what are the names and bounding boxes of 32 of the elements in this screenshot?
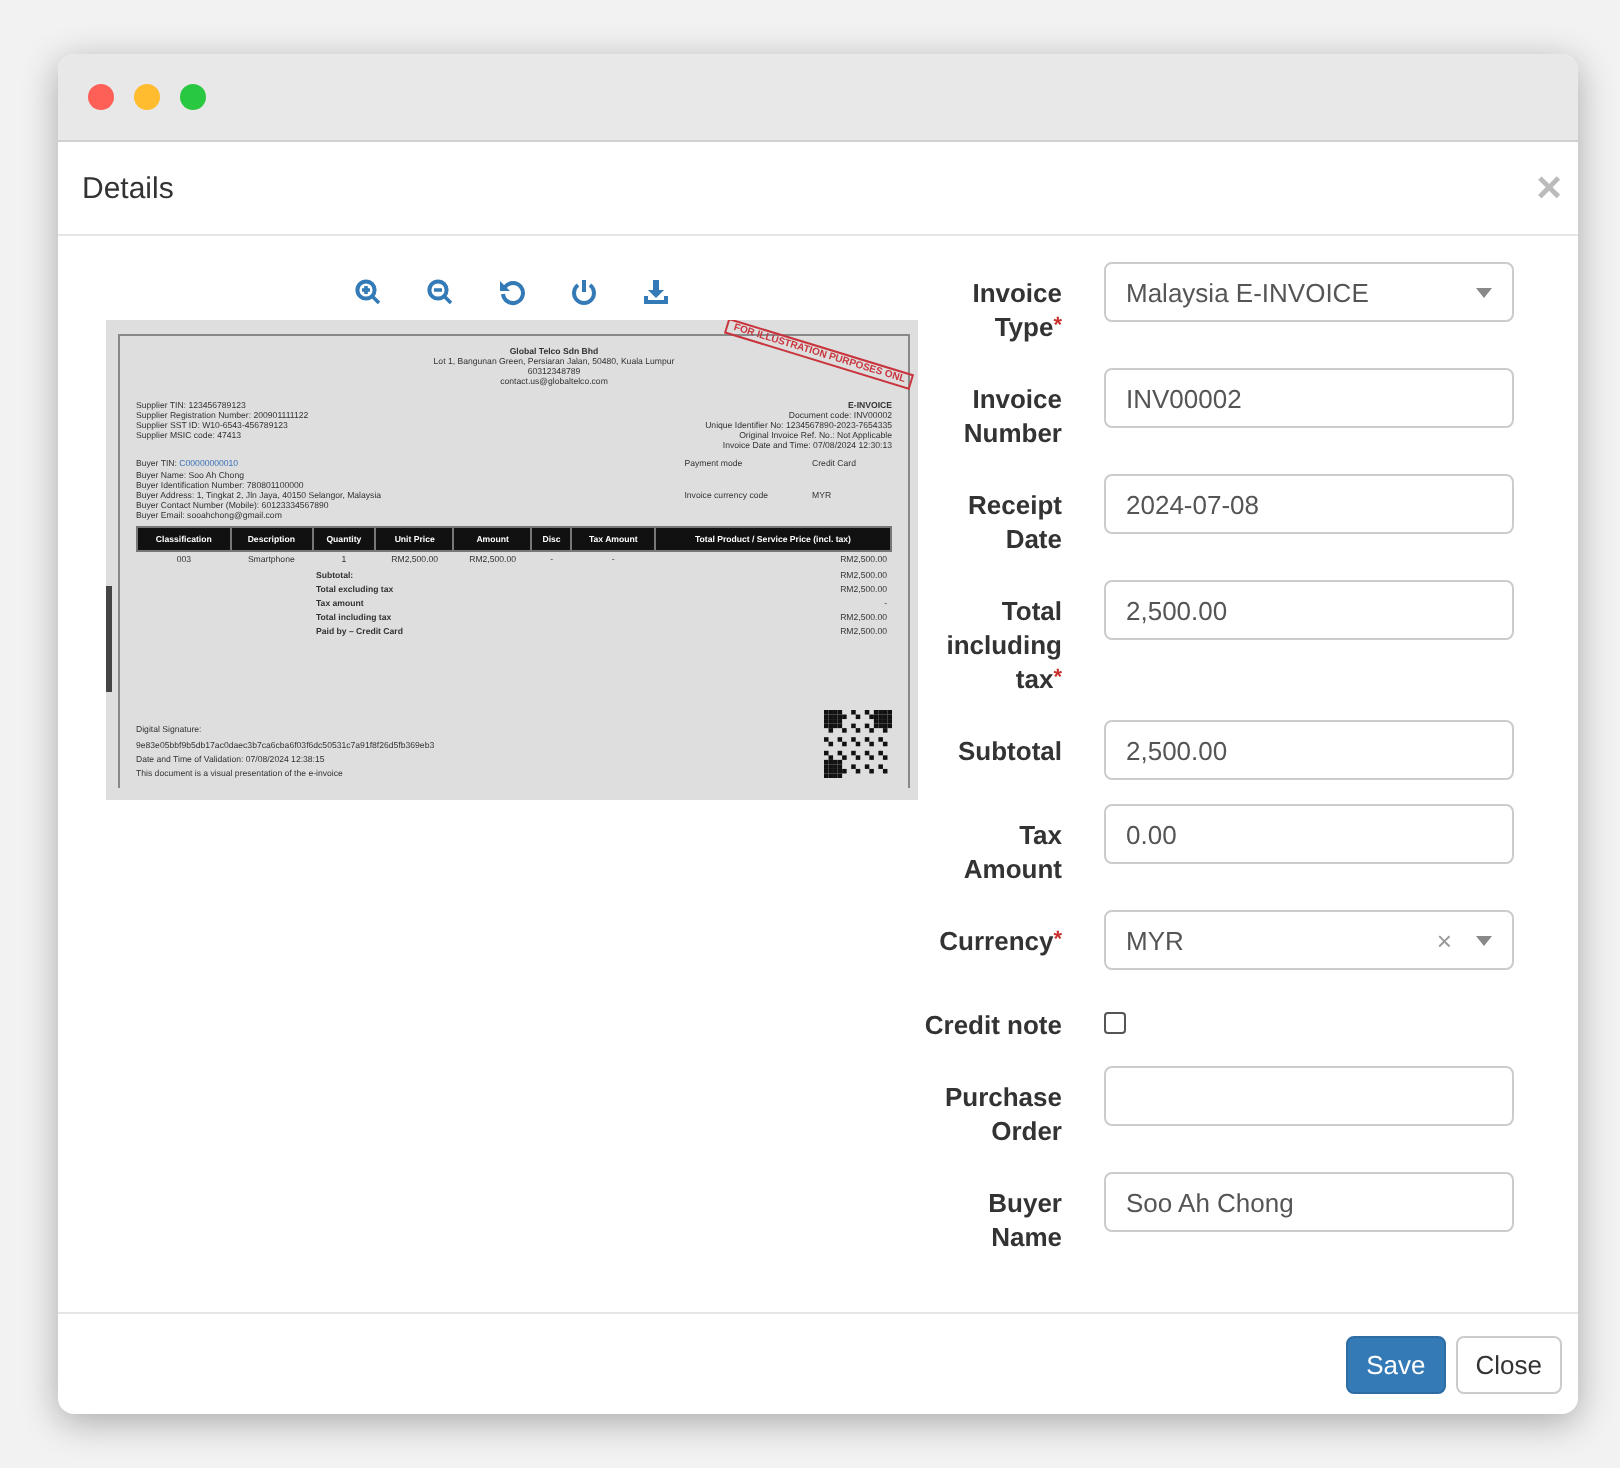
save-button[interactable]: Save <box>1346 1335 1446 1393</box>
field-label: Currency* <box>937 924 1062 958</box>
close-dialog-button[interactable]: Close <box>1455 1335 1562 1393</box>
input-field[interactable]: 2,500.00 <box>1104 720 1514 780</box>
field-label: Credit note <box>922 1008 1062 1042</box>
download-icon[interactable] <box>642 278 670 306</box>
zoom-in-icon[interactable] <box>354 278 382 306</box>
input-field[interactable]: 0.00 <box>1104 804 1514 864</box>
field-label: Subtotal <box>956 734 1062 768</box>
checkbox[interactable] <box>1104 1012 1126 1034</box>
select-field[interactable]: Malaysia E-INVOICE <box>1104 262 1514 322</box>
input-field[interactable]: 2,500.00 <box>1104 580 1514 640</box>
input-field[interactable]: Soo Ah Chong <box>1104 1172 1514 1232</box>
rotate-icon[interactable] <box>498 278 526 306</box>
input-field[interactable]: 2024-07-08 <box>1104 474 1514 534</box>
field-label: Purchase Order <box>942 1080 1062 1148</box>
close-window-button[interactable] <box>88 84 114 110</box>
dialog-title: Details <box>82 171 174 205</box>
field-label: Tax Amount <box>961 818 1062 886</box>
input-field[interactable] <box>1104 1066 1514 1126</box>
field-label: Buyer Name <box>986 1186 1062 1254</box>
caret-icon[interactable] <box>1476 287 1492 297</box>
field-label: Invoice Number <box>961 382 1062 450</box>
field-label: Total including tax* <box>944 594 1062 696</box>
field-label: Receipt Date <box>966 488 1062 556</box>
zoom-out-icon[interactable] <box>426 278 454 306</box>
qr-code-icon <box>824 710 892 778</box>
input-field[interactable]: INV00002 <box>1104 368 1514 428</box>
field-label: Invoice Type* <box>970 276 1062 344</box>
power-icon[interactable] <box>570 278 598 306</box>
caret-icon[interactable] <box>1476 935 1492 945</box>
select-field[interactable]: MYR × <box>1104 910 1514 970</box>
